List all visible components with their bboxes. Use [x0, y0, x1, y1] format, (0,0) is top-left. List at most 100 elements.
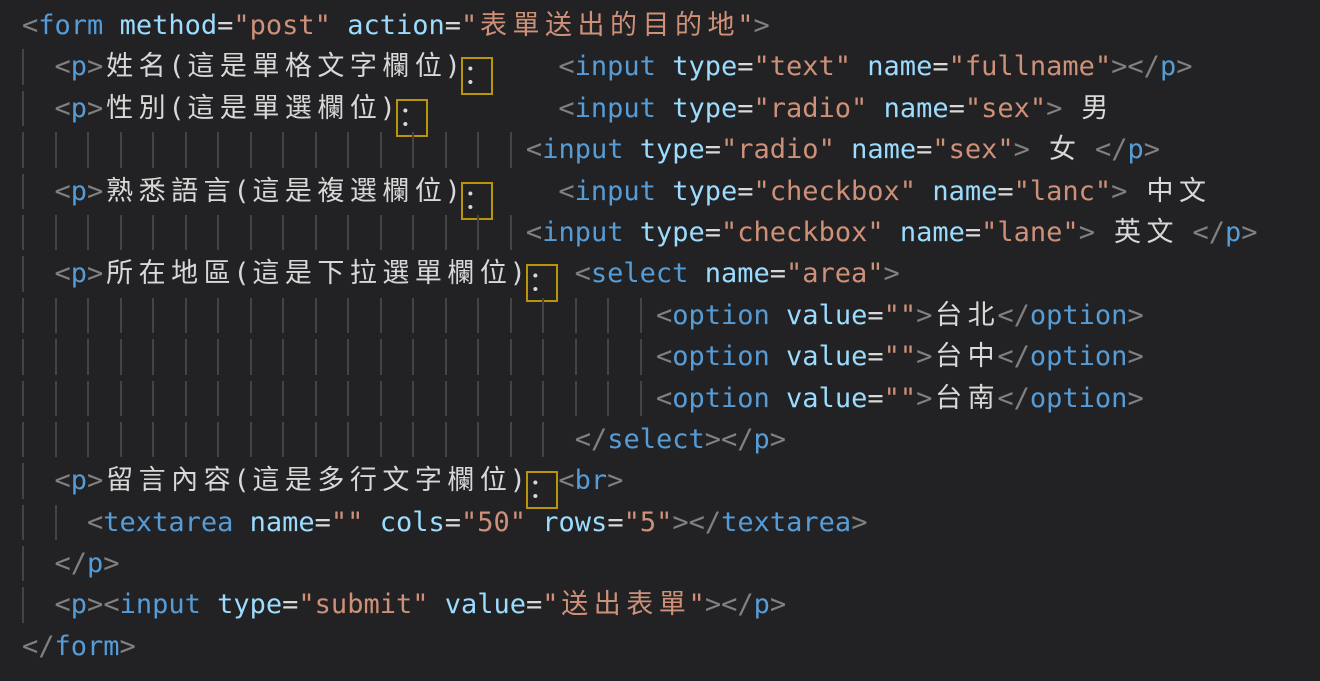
code-editor[interactable]: <form method="post" action="表單送出的目的地"> <…	[0, 0, 1320, 681]
syntax-string: 送	[559, 584, 592, 625]
syntax-text: =	[932, 51, 948, 82]
indent-guide	[120, 422, 122, 457]
syntax-text: (	[233, 258, 249, 289]
syntax-tag: p	[71, 258, 87, 289]
indent-guide	[282, 215, 284, 250]
indent-guide	[152, 422, 154, 457]
code-line-15[interactable]: <p><input type="submit" value="送出表單"></p…	[0, 584, 1320, 625]
code-line-10[interactable]: <option value="">台南</option>	[0, 378, 1320, 419]
code-line-2[interactable]: <p>姓名(這是單格文字欄位)： <input type="text" name…	[0, 46, 1320, 87]
syntax-punctuation: <	[55, 93, 71, 124]
indent-guide	[22, 215, 24, 250]
indent-guide	[282, 339, 284, 374]
syntax-string: ""	[884, 341, 917, 372]
syntax-text: 地	[168, 253, 201, 294]
syntax-text	[201, 589, 217, 620]
syntax-text: 英	[1111, 212, 1144, 253]
syntax-string: "	[461, 10, 477, 41]
indent-guide	[380, 422, 382, 457]
syntax-text: =	[737, 51, 753, 82]
code-line-12[interactable]: <p>留言內容(這是多行文字欄位)：<br>	[0, 460, 1320, 501]
syntax-text: 文	[315, 46, 348, 87]
indent-guide	[217, 215, 219, 250]
indent-guide	[120, 339, 122, 374]
indent-guide	[22, 49, 24, 84]
indent-guide	[250, 298, 252, 333]
code-line-3[interactable]: <p>性別(這是單選欄位)： <input type="radio" name=…	[0, 88, 1320, 129]
syntax-punctuation: >	[1127, 300, 1143, 331]
indent-guide	[22, 91, 24, 126]
code-line-14[interactable]: </p>	[0, 543, 1320, 584]
indent-guide	[412, 339, 414, 374]
syntax-attribute: type	[640, 134, 705, 165]
code-line-16[interactable]: </form>	[0, 626, 1320, 667]
syntax-tag: input	[575, 51, 656, 82]
syntax-text: =	[867, 300, 883, 331]
syntax-punctuation: </	[721, 589, 754, 620]
syntax-string: "	[542, 589, 558, 620]
syntax-text: 中	[965, 336, 998, 377]
syntax-text	[623, 134, 639, 165]
code-line-9[interactable]: <option value="">台中</option>	[0, 336, 1320, 377]
syntax-text: (	[233, 176, 249, 207]
syntax-tag: p	[71, 465, 87, 496]
syntax-tag: select	[591, 258, 689, 289]
indent-guide	[575, 298, 577, 333]
syntax-text	[916, 176, 932, 207]
syntax-text: 單	[250, 46, 283, 87]
syntax-tag: option	[1030, 300, 1128, 331]
syntax-attribute: name	[884, 93, 949, 124]
indent-guide	[250, 132, 252, 167]
syntax-text: 字	[412, 460, 445, 501]
code-line-7[interactable]: <p>所在地區(這是下拉選單欄位)： <select name="area">	[0, 253, 1320, 294]
syntax-text: 格	[282, 46, 315, 87]
syntax-text: 姓	[103, 46, 136, 87]
indent-guide	[445, 132, 447, 167]
syntax-attribute: method	[120, 10, 218, 41]
syntax-punctuation: <	[55, 589, 71, 620]
syntax-text: =	[997, 176, 1013, 207]
code-line-5[interactable]: <p>熟悉語言(這是複選欄位)： <input type="checkbox" …	[0, 171, 1320, 212]
syntax-string: "50"	[461, 507, 526, 538]
syntax-tag: option	[672, 383, 770, 414]
syntax-string: 出	[591, 584, 624, 625]
syntax-punctuation: >	[770, 589, 786, 620]
syntax-tag: option	[1030, 341, 1128, 372]
indent-guide	[55, 215, 57, 250]
syntax-punctuation: <	[558, 176, 574, 207]
code-line-11[interactable]: </select></p>	[0, 419, 1320, 460]
indent-guide	[217, 381, 219, 416]
code-line-4[interactable]: <input type="radio" name="sex"> 女 </p>	[0, 129, 1320, 170]
syntax-tag: form	[38, 10, 103, 41]
syntax-punctuation: >	[87, 589, 103, 620]
syntax-string: "text"	[753, 51, 851, 82]
indent-guide	[152, 298, 154, 333]
indent-guide	[542, 339, 544, 374]
code-line-6[interactable]: <input type="checkbox" name="lane"> 英文 <…	[0, 212, 1320, 253]
indent-guide	[120, 215, 122, 250]
syntax-text: 熟	[103, 171, 136, 212]
syntax-tag: p	[1225, 217, 1241, 248]
syntax-text	[428, 589, 444, 620]
indent-guide	[22, 132, 24, 167]
syntax-text: =	[705, 217, 721, 248]
syntax-punctuation: >	[916, 300, 932, 331]
code-line-8[interactable]: <option value="">台北</option>	[0, 295, 1320, 336]
syntax-text	[1176, 217, 1192, 248]
indent-guide	[607, 298, 609, 333]
syntax-attribute: type	[672, 93, 737, 124]
indent-guide	[22, 463, 24, 498]
indent-guide	[185, 381, 187, 416]
syntax-tag: p	[754, 424, 770, 455]
syntax-text	[770, 300, 786, 331]
syntax-punctuation: >	[770, 424, 786, 455]
syntax-punctuation: >	[1176, 51, 1192, 82]
indent-guide	[477, 339, 479, 374]
code-line-13[interactable]: <textarea name="" cols="50" rows="5"></t…	[0, 502, 1320, 543]
syntax-text	[526, 507, 542, 538]
code-line-1[interactable]: <form method="post" action="表單送出的目的地">	[0, 5, 1320, 46]
syntax-text	[1030, 134, 1046, 165]
syntax-punctuation: <	[55, 51, 71, 82]
indent-guide	[380, 132, 382, 167]
syntax-string: "checkbox"	[721, 217, 884, 248]
